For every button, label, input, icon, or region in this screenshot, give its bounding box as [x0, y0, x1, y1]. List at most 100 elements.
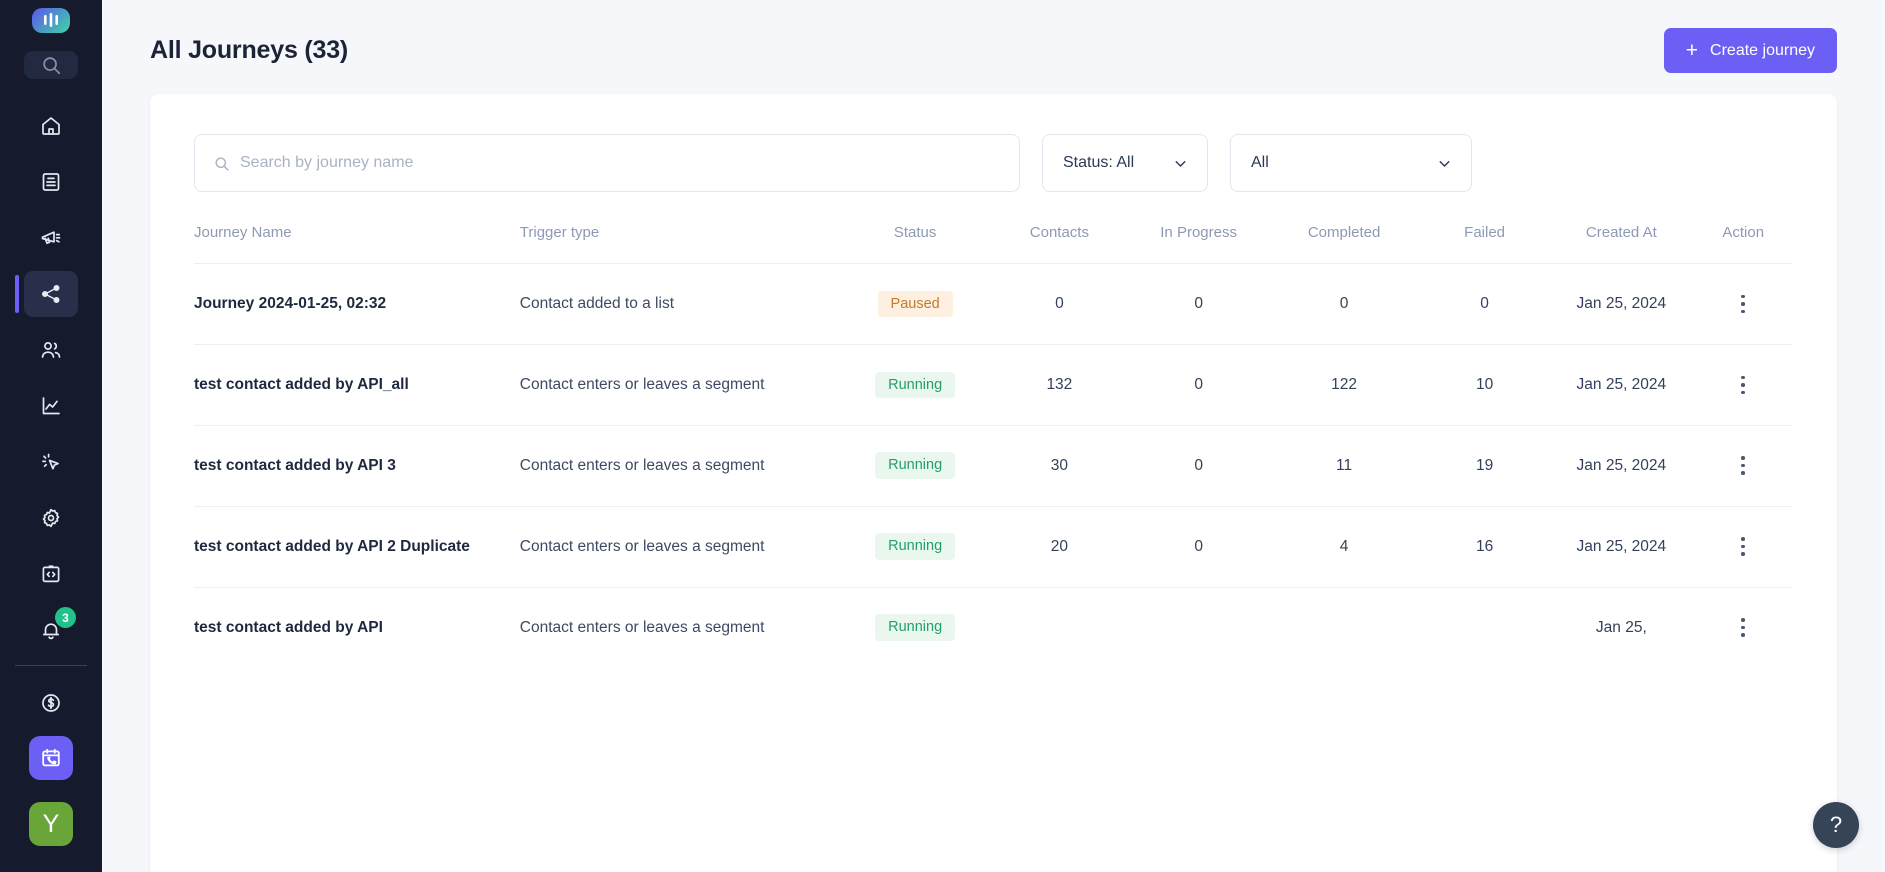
calendar-phone-icon	[39, 746, 63, 770]
cell-created-at: Jan 25, 2024	[1549, 343, 1694, 426]
cursor-click-icon	[39, 450, 63, 474]
notification-badge: 3	[55, 607, 76, 628]
cell-failed: 19	[1419, 424, 1550, 507]
cell-in-progress	[1129, 586, 1269, 668]
plus-icon: +	[1685, 39, 1699, 62]
status-badge: Running	[875, 614, 956, 641]
status-filter-select[interactable]: Status: All	[1042, 134, 1208, 192]
sidebar-item-journeys[interactable]	[15, 271, 78, 317]
row-menu-button[interactable]	[1693, 456, 1793, 475]
sidebar-item-campaigns[interactable]	[24, 215, 78, 261]
cell-in-progress: 0	[1129, 263, 1269, 345]
sidebar-item-billing[interactable]	[24, 680, 78, 726]
table-row[interactable]: test contact added by API_all Contact ent…	[194, 343, 1793, 426]
search-field[interactable]	[194, 134, 1020, 192]
column-header-completed[interactable]: Completed	[1268, 224, 1420, 264]
cell-action	[1693, 424, 1793, 507]
cell-trigger-type: Contact added to a list	[519, 263, 841, 345]
cell-status: Paused	[840, 263, 990, 345]
column-header-in-progress[interactable]: In Progress	[1129, 224, 1268, 264]
journeys-card: Status: All All	[150, 94, 1837, 872]
row-menu-button[interactable]	[1693, 375, 1793, 395]
row-menu-button[interactable]	[1693, 618, 1793, 637]
table-header: Journey Name Trigger type Status Contact…	[194, 224, 1793, 264]
type-filter-select[interactable]: All	[1230, 134, 1472, 192]
cell-trigger-type: Contact enters or leaves a segment	[519, 586, 841, 668]
column-header-action: Action	[1722, 224, 1765, 241]
cell-contacts: 30	[989, 424, 1129, 507]
search-icon	[213, 155, 230, 172]
status-badge: Running	[875, 452, 956, 479]
table-body: Journey 2024-01-25, 02:32 Contact added t…	[194, 263, 1793, 668]
table-row[interactable]: test contact added by API 2 Duplicate Con…	[194, 505, 1793, 588]
topbar: All Journeys (33) + Create journey	[102, 0, 1885, 73]
journeys-table: Journey Name Trigger type Status Contact…	[194, 224, 1793, 668]
column-header-contacts[interactable]: Contacts	[990, 224, 1129, 264]
sidebar-item-settings[interactable]	[24, 495, 78, 541]
search-icon	[40, 54, 62, 76]
cell-completed: 122	[1268, 343, 1420, 426]
cell-created-at: Jan 25, 2024	[1549, 424, 1694, 507]
column-header-status[interactable]: Status	[841, 224, 990, 264]
status-badge: Paused	[877, 290, 953, 318]
app-logo[interactable]	[32, 8, 70, 33]
sidebar-item-events[interactable]	[24, 439, 78, 485]
sidebar-item-content[interactable]	[24, 159, 78, 205]
chart-line-icon	[39, 394, 63, 418]
cell-journey-name[interactable]: Journey 2024-01-25, 02:32	[194, 263, 520, 345]
cell-completed: 4	[1268, 505, 1420, 588]
cell-action	[1693, 505, 1793, 588]
type-filter-label: All	[1251, 154, 1269, 171]
column-header-journey-name[interactable]: Journey Name	[194, 224, 520, 264]
sidebar-item-home[interactable]	[24, 103, 78, 149]
status-badge: Running	[875, 533, 956, 560]
megaphone-icon	[39, 226, 63, 250]
help-button[interactable]: ?	[1813, 802, 1859, 848]
cell-status: Running	[840, 505, 990, 588]
cell-created-at: Jan 25, 2024	[1549, 263, 1694, 345]
page-title: All Journeys (33)	[150, 36, 349, 64]
dollar-circle-icon	[39, 691, 63, 715]
user-avatar[interactable]: Y	[29, 802, 73, 846]
table-row[interactable]: test contact added by API Contact enters …	[194, 586, 1793, 668]
cell-journey-name[interactable]: test contact added by API 3	[194, 424, 520, 507]
cell-trigger-type: Contact enters or leaves a segment	[519, 343, 841, 426]
cell-completed: 11	[1268, 424, 1420, 507]
search-input[interactable]	[240, 154, 1001, 172]
cell-in-progress: 0	[1129, 505, 1269, 588]
cell-contacts: 132	[989, 343, 1129, 426]
cell-status: Running	[840, 343, 990, 426]
users-icon	[39, 338, 63, 362]
cell-action	[1693, 263, 1793, 345]
create-journey-button[interactable]: + Create journey	[1663, 28, 1837, 73]
cell-journey-name[interactable]: test contact added by API 2 Duplicate	[194, 505, 520, 588]
sidebar-item-notifications[interactable]: 3	[24, 607, 78, 653]
table-row[interactable]: test contact added by API 3 Contact enter…	[194, 424, 1793, 507]
cell-trigger-type: Contact enters or leaves a segment	[519, 505, 841, 588]
cell-action	[1693, 343, 1793, 426]
cell-in-progress: 0	[1129, 343, 1269, 426]
share-nodes-icon	[39, 282, 63, 306]
column-header-trigger-type[interactable]: Trigger type	[520, 224, 841, 264]
row-menu-button[interactable]	[1693, 294, 1793, 314]
table-row[interactable]: Journey 2024-01-25, 02:32 Contact added t…	[194, 263, 1793, 345]
sidebar-search-button[interactable]	[24, 50, 78, 79]
document-icon	[39, 170, 63, 194]
sidebar-item-developers[interactable]	[24, 551, 78, 597]
cell-contacts: 0	[989, 263, 1129, 345]
sidebar-item-analytics[interactable]	[24, 383, 78, 429]
app-root: 3 Y All Journeys (33) + Create journey S…	[0, 0, 1885, 872]
cell-journey-name[interactable]: test contact added by API	[194, 586, 520, 668]
sidebar-item-contacts[interactable]	[24, 327, 78, 373]
sidebar-divider	[15, 665, 87, 666]
cell-completed: 0	[1268, 263, 1420, 345]
chevron-down-icon	[1172, 155, 1189, 172]
cell-contacts	[989, 586, 1129, 668]
cell-completed	[1268, 586, 1420, 668]
column-header-created-at[interactable]: Created At	[1549, 224, 1693, 264]
column-header-failed[interactable]: Failed	[1420, 224, 1549, 264]
row-menu-button[interactable]	[1693, 537, 1793, 556]
book-a-call-button[interactable]	[29, 736, 73, 780]
cell-journey-name[interactable]: test contact added by API_all	[194, 343, 520, 426]
sidebar-bottom: Y	[0, 736, 102, 872]
